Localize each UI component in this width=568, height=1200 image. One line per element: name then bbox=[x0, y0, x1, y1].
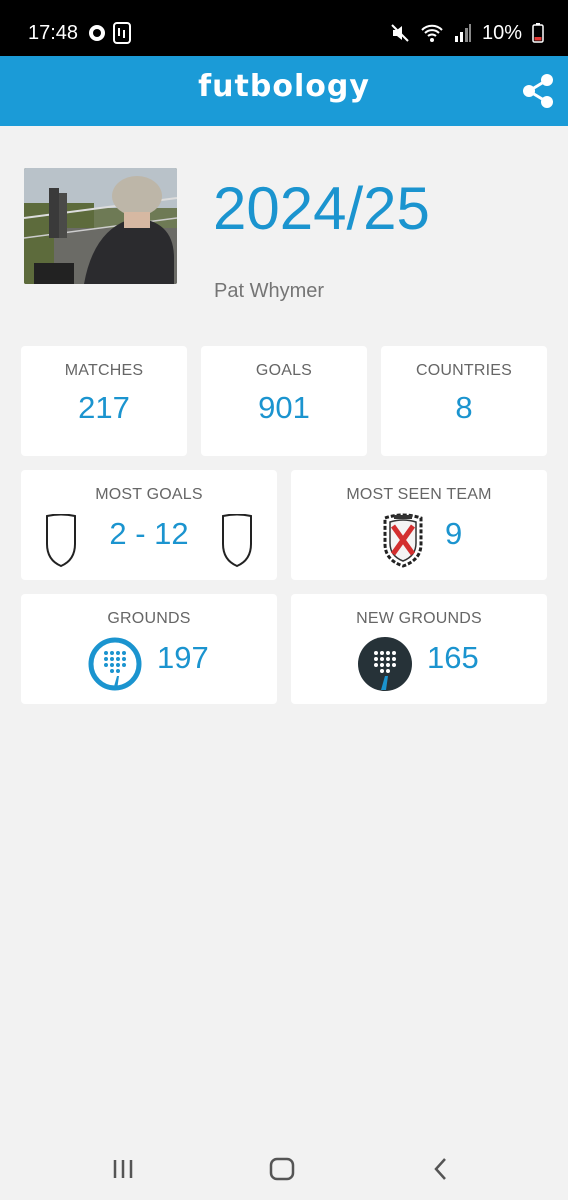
countries-value: 8 bbox=[455, 390, 473, 425]
goals-label: GOALS bbox=[255, 362, 313, 379]
status-bar: 17:48 10% bbox=[0, 0, 568, 56]
battery-percent: 10% bbox=[481, 21, 522, 44]
most-seen-team-card[interactable]: MOST SEEN TEAM 9 bbox=[291, 470, 547, 580]
signal-icon bbox=[454, 24, 471, 42]
goals-card[interactable]: GOALS 901 bbox=[201, 346, 367, 456]
home-team-shield-icon bbox=[46, 514, 76, 568]
matches-value: 217 bbox=[78, 390, 130, 425]
new-grounds-icon bbox=[358, 637, 412, 691]
new-grounds-label: NEW GROUNDS bbox=[356, 610, 482, 627]
grounds-icon bbox=[88, 637, 142, 691]
home-icon[interactable] bbox=[267, 1154, 297, 1184]
goals-value: 901 bbox=[258, 390, 310, 425]
most-goals-score: 2 - 12 bbox=[109, 516, 189, 551]
battery-icon bbox=[532, 23, 544, 43]
most-seen-team-count: 9 bbox=[445, 516, 463, 551]
share-icon[interactable] bbox=[520, 72, 556, 110]
matches-label: MATCHES bbox=[64, 362, 144, 379]
app-logo: futbology bbox=[198, 69, 370, 104]
countries-label: COUNTRIES bbox=[415, 362, 513, 379]
most-goals-card[interactable]: MOST GOALS 2 - 12 bbox=[21, 470, 277, 580]
notification-icon bbox=[113, 22, 131, 44]
team-crest-icon bbox=[383, 513, 423, 568]
record-icon bbox=[89, 25, 105, 41]
matches-card[interactable]: MATCHES 217 bbox=[21, 346, 187, 456]
username: Pat Whymer bbox=[214, 280, 325, 302]
grounds-card[interactable]: GROUNDS 197 bbox=[21, 594, 277, 704]
profile-photo bbox=[24, 168, 177, 284]
most-goals-label: MOST GOALS bbox=[95, 486, 203, 503]
grounds-label: GROUNDS bbox=[107, 610, 191, 627]
status-time: 17:48 bbox=[28, 22, 79, 44]
grounds-value: 197 bbox=[157, 640, 209, 675]
system-nav-bar bbox=[0, 1136, 568, 1200]
new-grounds-value: 165 bbox=[427, 640, 479, 675]
recent-apps-icon[interactable] bbox=[108, 1154, 138, 1184]
mute-icon bbox=[391, 24, 409, 42]
back-icon[interactable] bbox=[427, 1154, 457, 1184]
season-title: 2024/25 bbox=[213, 175, 430, 242]
app-bar: futbology bbox=[0, 56, 568, 126]
new-grounds-card[interactable]: NEW GROUNDS 165 bbox=[291, 594, 547, 704]
most-seen-team-label: MOST SEEN TEAM bbox=[346, 486, 492, 503]
wifi-icon bbox=[421, 24, 443, 42]
countries-card[interactable]: COUNTRIES 8 bbox=[381, 346, 547, 456]
away-team-shield-icon bbox=[222, 514, 252, 568]
